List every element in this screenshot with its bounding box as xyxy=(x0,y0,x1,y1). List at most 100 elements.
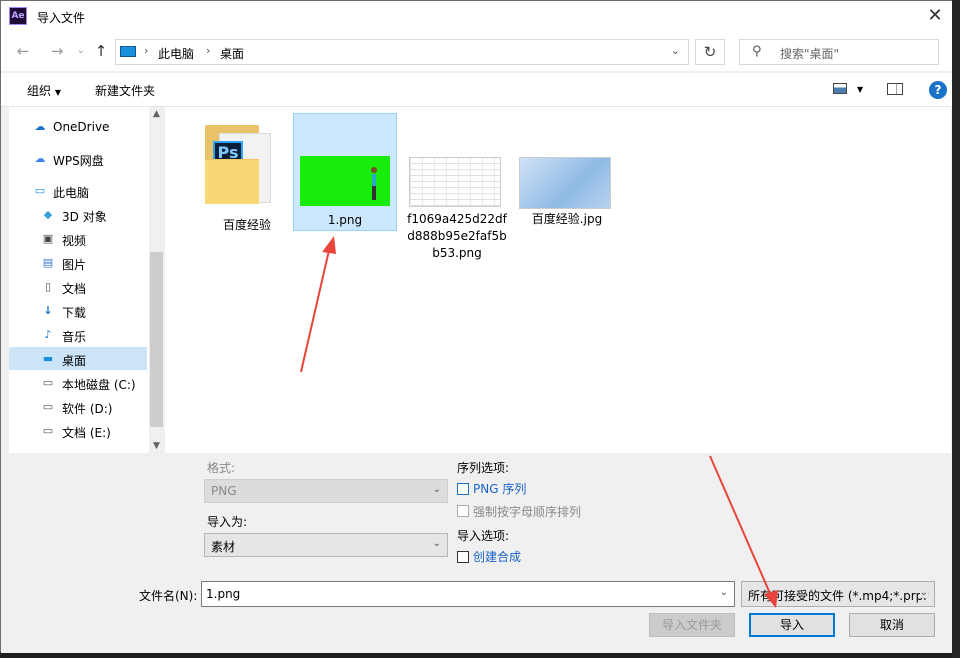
title-bar: Ae 导入文件 ✕ xyxy=(1,1,957,33)
scrollbar-thumb[interactable] xyxy=(150,252,163,427)
search-box[interactable]: ⚲ 搜索"桌面" xyxy=(739,39,939,65)
sidebar-scrollbar[interactable]: ▲ ▼ xyxy=(149,107,164,453)
sidebar-item-3d-objects[interactable]: ◆ 3D 对象 xyxy=(9,203,147,226)
forward-arrow-icon[interactable]: → xyxy=(47,41,67,61)
png-sequence-checkbox[interactable] xyxy=(457,483,469,495)
sidebar-item-documents[interactable]: ▯ 文档 xyxy=(9,275,147,298)
png-sequence-label[interactable]: PNG 序列 xyxy=(473,480,526,497)
search-placeholder: 搜索"桌面" xyxy=(780,47,840,61)
drive-icon: ▭ xyxy=(42,376,54,389)
file-item-selected[interactable]: 1.png xyxy=(293,113,397,231)
force-alphabetical-label: 强制按字母顺序排列 xyxy=(473,505,582,519)
drive-icon: ▭ xyxy=(42,424,54,437)
import-as-select[interactable]: 素材 ⌄ xyxy=(204,533,448,557)
sidebar-item-drive-c[interactable]: ▭ 本地磁盘 (C:) xyxy=(9,371,147,394)
folder-front xyxy=(205,159,259,204)
sidebar-item-downloads[interactable]: ↓ 下载 xyxy=(9,299,147,322)
file-item-folder[interactable]: Ps 百度经验 xyxy=(195,113,299,243)
help-icon[interactable]: ? xyxy=(929,81,947,99)
sidebar-item-label: WPS网盘 xyxy=(53,154,104,168)
image-icon: ▤ xyxy=(42,256,54,269)
breadcrumb-separator-icon: › xyxy=(206,44,211,57)
import-as-value: 素材 xyxy=(211,540,236,554)
sidebar-item-this-pc[interactable]: ▭ 此电脑 xyxy=(9,179,147,202)
sidebar-item-desktop[interactable]: ▬ 桌面 xyxy=(9,347,147,370)
filename-input[interactable]: 1.png ⌄ xyxy=(201,581,735,607)
sidebar-item-label: 图片 xyxy=(62,258,87,272)
view-options-triangle-icon[interactable]: ▼ xyxy=(857,85,863,94)
file-type-select[interactable]: 所有可接受的文件 (*.mp4;*.prpr ⌄ xyxy=(741,581,935,607)
new-folder-button[interactable]: 新建文件夹 xyxy=(95,82,155,99)
sidebar-item-drive-e[interactable]: ▭ 文档 (E:) xyxy=(9,419,147,442)
cloud-outline-icon: ☁ xyxy=(34,152,46,165)
preview-pane-icon[interactable] xyxy=(887,83,903,95)
character-figure-icon xyxy=(371,167,377,200)
command-bar: 组织 ▼ 新建文件夹 ▼ ? xyxy=(1,73,957,107)
file-item[interactable]: 百度经验.jpg xyxy=(515,113,619,233)
sidebar-item-label: 桌面 xyxy=(62,354,87,368)
chevron-down-icon: ⌄ xyxy=(919,587,928,598)
breadcrumb-desktop[interactable]: 桌面 xyxy=(220,45,244,62)
sidebar-item-wps-cloud[interactable]: ☁ WPS网盘 xyxy=(9,147,147,170)
drive-icon: ▭ xyxy=(42,400,54,413)
close-icon[interactable]: ✕ xyxy=(923,5,947,27)
sidebar-item-drive-d[interactable]: ▭ 软件 (D:) xyxy=(9,395,147,418)
cube-icon: ◆ xyxy=(43,208,53,221)
change-view-icon[interactable] xyxy=(833,83,847,94)
format-value: PNG xyxy=(211,484,237,498)
sidebar-item-label: 视频 xyxy=(62,234,87,248)
import-options-panel: 格式: PNG ⌄ 导入为: 素材 ⌄ 序列选项: PNG 序列 强制按字母顺序… xyxy=(1,453,957,653)
address-bar[interactable]: › 此电脑 › 桌面 ⌄ xyxy=(115,39,689,65)
import-options-label: 导入选项: xyxy=(457,529,510,543)
background-app-edge xyxy=(952,0,960,658)
scroll-up-icon[interactable]: ▲ xyxy=(149,109,164,119)
sidebar-item-label: 本地磁盘 (C:) xyxy=(62,378,136,392)
green-screen-thumbnail xyxy=(300,156,390,206)
document-icon: ▯ xyxy=(44,280,52,293)
file-item[interactable]: f1069a425d22dfd888b95e2faf5bb53.png xyxy=(405,113,509,263)
file-name: 百度经验 xyxy=(222,218,271,232)
breadcrumb-separator-icon: › xyxy=(144,44,149,57)
image-thumbnail xyxy=(519,157,611,209)
file-name: 百度经验.jpg xyxy=(531,212,603,226)
import-file-dialog: Ae 导入文件 ✕ ← → ⌄ ↑ › 此电脑 › 桌面 ⌄ ↻ ⚲ 搜索"桌面… xyxy=(0,0,958,653)
dialog-title: 导入文件 xyxy=(37,11,86,25)
force-alphabetical-checkbox xyxy=(457,505,469,517)
cancel-button[interactable]: 取消 xyxy=(849,613,935,637)
address-history-chevron-icon[interactable]: ⌄ xyxy=(671,44,680,57)
video-icon: ▣ xyxy=(42,232,54,245)
refresh-icon[interactable]: ↻ xyxy=(695,39,725,65)
sidebar-item-label: 下载 xyxy=(62,306,87,320)
sidebar-item-music[interactable]: ♪ 音乐 xyxy=(9,323,147,346)
chevron-down-icon: ⌄ xyxy=(432,538,441,549)
sidebar-item-videos[interactable]: ▣ 视频 xyxy=(9,227,147,250)
import-button[interactable]: 导入 xyxy=(749,613,835,637)
file-name: f1069a425d22dfd888b95e2faf5bb53.png xyxy=(407,212,507,260)
back-arrow-icon[interactable]: ← xyxy=(13,41,33,61)
breadcrumb-this-pc[interactable]: 此电脑 xyxy=(158,45,194,62)
navigation-bar: ← → ⌄ ↑ › 此电脑 › 桌面 ⌄ ↻ ⚲ 搜索"桌面" xyxy=(1,33,957,71)
filename-value: 1.png xyxy=(206,587,241,601)
scroll-down-icon[interactable]: ▼ xyxy=(149,441,164,451)
sidebar-item-label: 软件 (D:) xyxy=(62,402,113,416)
sidebar-item-label: 音乐 xyxy=(62,330,87,344)
desktop-icon: ▬ xyxy=(42,352,54,365)
search-icon: ⚲ xyxy=(752,44,762,59)
format-label: 格式: xyxy=(207,461,236,475)
import-folder-button: 导入文件夹 xyxy=(649,613,735,637)
create-composition-checkbox[interactable] xyxy=(457,551,469,563)
sidebar-item-label: 文档 (E:) xyxy=(62,426,111,440)
create-composition-label[interactable]: 创建合成 xyxy=(473,548,521,565)
chevron-down-icon[interactable]: ⌄ xyxy=(720,587,728,598)
sidebar-item-pictures[interactable]: ▤ 图片 xyxy=(9,251,147,274)
dropdown-triangle-icon: ▼ xyxy=(54,88,61,97)
after-effects-app-icon: Ae xyxy=(9,7,27,25)
up-arrow-icon[interactable]: ↑ xyxy=(91,41,111,61)
sidebar-item-onedrive[interactable]: ☁ OneDrive xyxy=(9,115,147,138)
sidebar-item-label: 文档 xyxy=(62,282,87,296)
format-select: PNG ⌄ xyxy=(204,479,448,503)
document-thumbnail xyxy=(409,157,501,207)
file-name: 1.png xyxy=(327,213,363,227)
recent-locations-chevron-icon[interactable]: ⌄ xyxy=(71,41,91,61)
organize-menu-button[interactable]: 组织 ▼ xyxy=(27,82,61,99)
